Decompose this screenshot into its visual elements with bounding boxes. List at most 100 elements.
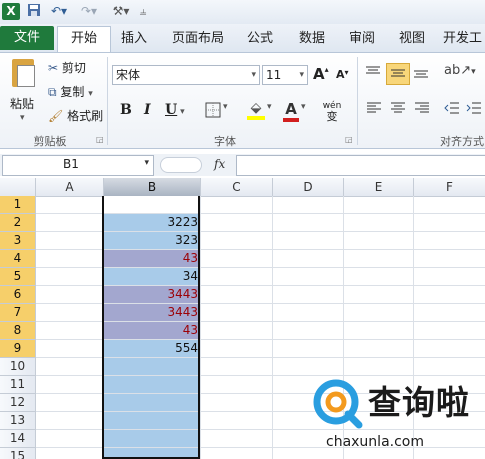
wrench-icon[interactable]: ⚒▾ bbox=[110, 3, 132, 20]
insert-function-icon[interactable]: fx bbox=[214, 157, 225, 171]
chevron-down-icon: ▾ bbox=[144, 158, 149, 168]
orientation-icon[interactable]: ab↗▾ bbox=[444, 63, 476, 78]
row-header-11[interactable]: 11 bbox=[0, 376, 36, 394]
font-color-button[interactable]: A ▾ bbox=[283, 100, 306, 122]
copy-label: 复制 bbox=[60, 85, 85, 99]
column-header-c[interactable]: C bbox=[201, 178, 273, 197]
column-header-d[interactable]: D bbox=[273, 178, 344, 197]
watermark-title: 查询啦 bbox=[368, 383, 470, 422]
customize-qat-icon[interactable]: ⫨ bbox=[138, 3, 148, 20]
watermark-logo bbox=[312, 378, 364, 430]
row-header-7[interactable]: 7 bbox=[0, 304, 36, 322]
column-header-e[interactable]: E bbox=[344, 178, 414, 197]
phonetic-icon: 变 bbox=[326, 110, 338, 123]
italic-button[interactable]: I bbox=[144, 102, 151, 118]
decrease-indent-icon[interactable] bbox=[444, 101, 460, 118]
row-header-2[interactable]: 2 bbox=[0, 214, 36, 232]
tab-home[interactable]: 开始 bbox=[57, 26, 111, 53]
chevron-down-icon: ▾ bbox=[299, 70, 304, 80]
excel-icon: X bbox=[2, 3, 20, 20]
chevron-down-icon: ▾ bbox=[251, 70, 256, 80]
selection-border bbox=[102, 196, 200, 459]
group-separator bbox=[107, 57, 108, 145]
row-header-8[interactable]: 8 bbox=[0, 322, 36, 340]
cut-button[interactable]: ✂ 剪切 bbox=[48, 59, 86, 77]
align-bottom-icon[interactable] bbox=[412, 65, 432, 83]
align-middle-icon[interactable] bbox=[386, 63, 410, 85]
column-header-b[interactable]: B bbox=[104, 178, 201, 197]
row-header-4[interactable]: 4 bbox=[0, 250, 36, 268]
align-center-icon[interactable] bbox=[390, 101, 406, 118]
underline-button[interactable]: U ▾ bbox=[165, 102, 185, 118]
copy-button[interactable]: ⧉ 复制 ▾ bbox=[48, 83, 93, 103]
tab-file[interactable]: 文件 bbox=[0, 26, 54, 50]
clipboard-group-label: 剪贴板 bbox=[33, 135, 67, 148]
paste-icon bbox=[12, 59, 35, 87]
group-separator bbox=[357, 57, 358, 145]
format-painter-button[interactable]: 🖌 格式刷 bbox=[48, 107, 103, 125]
row-header-6[interactable]: 6 bbox=[0, 286, 36, 304]
tab-review[interactable]: 审阅 bbox=[340, 28, 384, 50]
row-header-3[interactable]: 3 bbox=[0, 232, 36, 250]
fill-color-icon[interactable]: ⬙ ▾ bbox=[247, 100, 272, 120]
decrease-font-size-button[interactable]: A▾ bbox=[336, 68, 349, 81]
ribbon: 粘贴 ▾ ✂ 剪切 ⧉ 复制 ▾ 🖌 格式刷 剪贴板 ◲ 宋体 ▾ 11 ▾ A… bbox=[0, 52, 485, 149]
scissors-icon: ✂ bbox=[48, 61, 59, 75]
increase-indent-icon[interactable] bbox=[466, 101, 482, 118]
tab-insert[interactable]: 插入 bbox=[112, 28, 156, 50]
row-header-10[interactable]: 10 bbox=[0, 358, 36, 376]
row-header-15[interactable]: 15 bbox=[0, 448, 36, 459]
row-header-12[interactable]: 12 bbox=[0, 394, 36, 412]
watermark-url: chaxunla.com bbox=[326, 434, 424, 450]
dialog-launcher-icon[interactable]: ◲ bbox=[96, 135, 104, 144]
column-header-a[interactable]: A bbox=[36, 178, 104, 197]
formula-bar: B1 ▾ fx bbox=[0, 154, 485, 176]
paste-button[interactable]: 粘贴 ▾ bbox=[6, 57, 42, 125]
increase-font-size-label: A bbox=[313, 65, 325, 83]
font-size-value: 11 bbox=[266, 68, 282, 82]
redo-icon[interactable]: ↷▾ bbox=[78, 3, 100, 20]
font-group-label: 字体 bbox=[214, 135, 236, 148]
format-painter-label: 格式刷 bbox=[67, 109, 104, 123]
paste-label: 粘贴 bbox=[10, 97, 35, 111]
row-header-13[interactable]: 13 bbox=[0, 412, 36, 430]
save-icon[interactable] bbox=[26, 3, 42, 20]
borders-icon[interactable]: ▾ bbox=[205, 102, 228, 121]
font-size-select[interactable]: 11 ▾ bbox=[262, 65, 308, 85]
select-all-corner[interactable] bbox=[0, 178, 36, 197]
undo-icon[interactable]: ↶▾ bbox=[48, 3, 70, 20]
column-header-f[interactable]: F bbox=[414, 178, 485, 197]
dialog-launcher-icon[interactable]: ◲ bbox=[345, 135, 353, 144]
row-header-9[interactable]: 9 bbox=[0, 340, 36, 358]
increase-font-size-button[interactable]: A▴ bbox=[313, 65, 329, 83]
cut-label: 剪切 bbox=[61, 61, 86, 75]
name-box[interactable]: B1 ▾ bbox=[2, 155, 154, 176]
align-right-icon[interactable] bbox=[414, 101, 430, 118]
chevron-down-icon: ▾ bbox=[88, 89, 93, 99]
row-header-1[interactable]: 1 bbox=[0, 196, 36, 214]
font-name-value: 宋体 bbox=[116, 68, 141, 82]
font-name-select[interactable]: 宋体 ▾ bbox=[112, 65, 260, 85]
watermark: 查询啦 chaxunla.com bbox=[306, 372, 484, 458]
row-header-14[interactable]: 14 bbox=[0, 430, 36, 448]
bold-button[interactable]: B bbox=[120, 102, 132, 118]
tab-data[interactable]: 数据 bbox=[290, 28, 334, 50]
font-color-icon: A bbox=[285, 100, 297, 118]
tab-page-layout[interactable]: 页面布局 bbox=[166, 28, 230, 50]
tab-formulas[interactable]: 公式 bbox=[238, 28, 282, 50]
quick-access-toolbar: X ↶▾ ↷▾ ⚒▾ ⫨ bbox=[0, 0, 485, 25]
decrease-font-size-label: A bbox=[336, 68, 345, 81]
formula-input[interactable] bbox=[236, 155, 485, 176]
brush-icon: 🖌 bbox=[48, 109, 64, 123]
gridline-vertical bbox=[200, 196, 201, 459]
name-box-value: B1 bbox=[63, 157, 79, 171]
ribbon-tabs: 文件 开始 插入 页面布局 公式 数据 审阅 视图 开发工 bbox=[0, 24, 485, 53]
row-header-5[interactable]: 5 bbox=[0, 268, 36, 286]
phonetic-guide-button[interactable]: wén 变 bbox=[320, 97, 344, 122]
formula-bar-splitter[interactable] bbox=[160, 157, 202, 173]
tab-developer[interactable]: 开发工 bbox=[443, 28, 485, 50]
tab-view[interactable]: 视图 bbox=[390, 28, 434, 50]
align-top-icon[interactable] bbox=[364, 65, 384, 83]
underline-label: U bbox=[165, 102, 178, 118]
align-left-icon[interactable] bbox=[366, 101, 382, 118]
